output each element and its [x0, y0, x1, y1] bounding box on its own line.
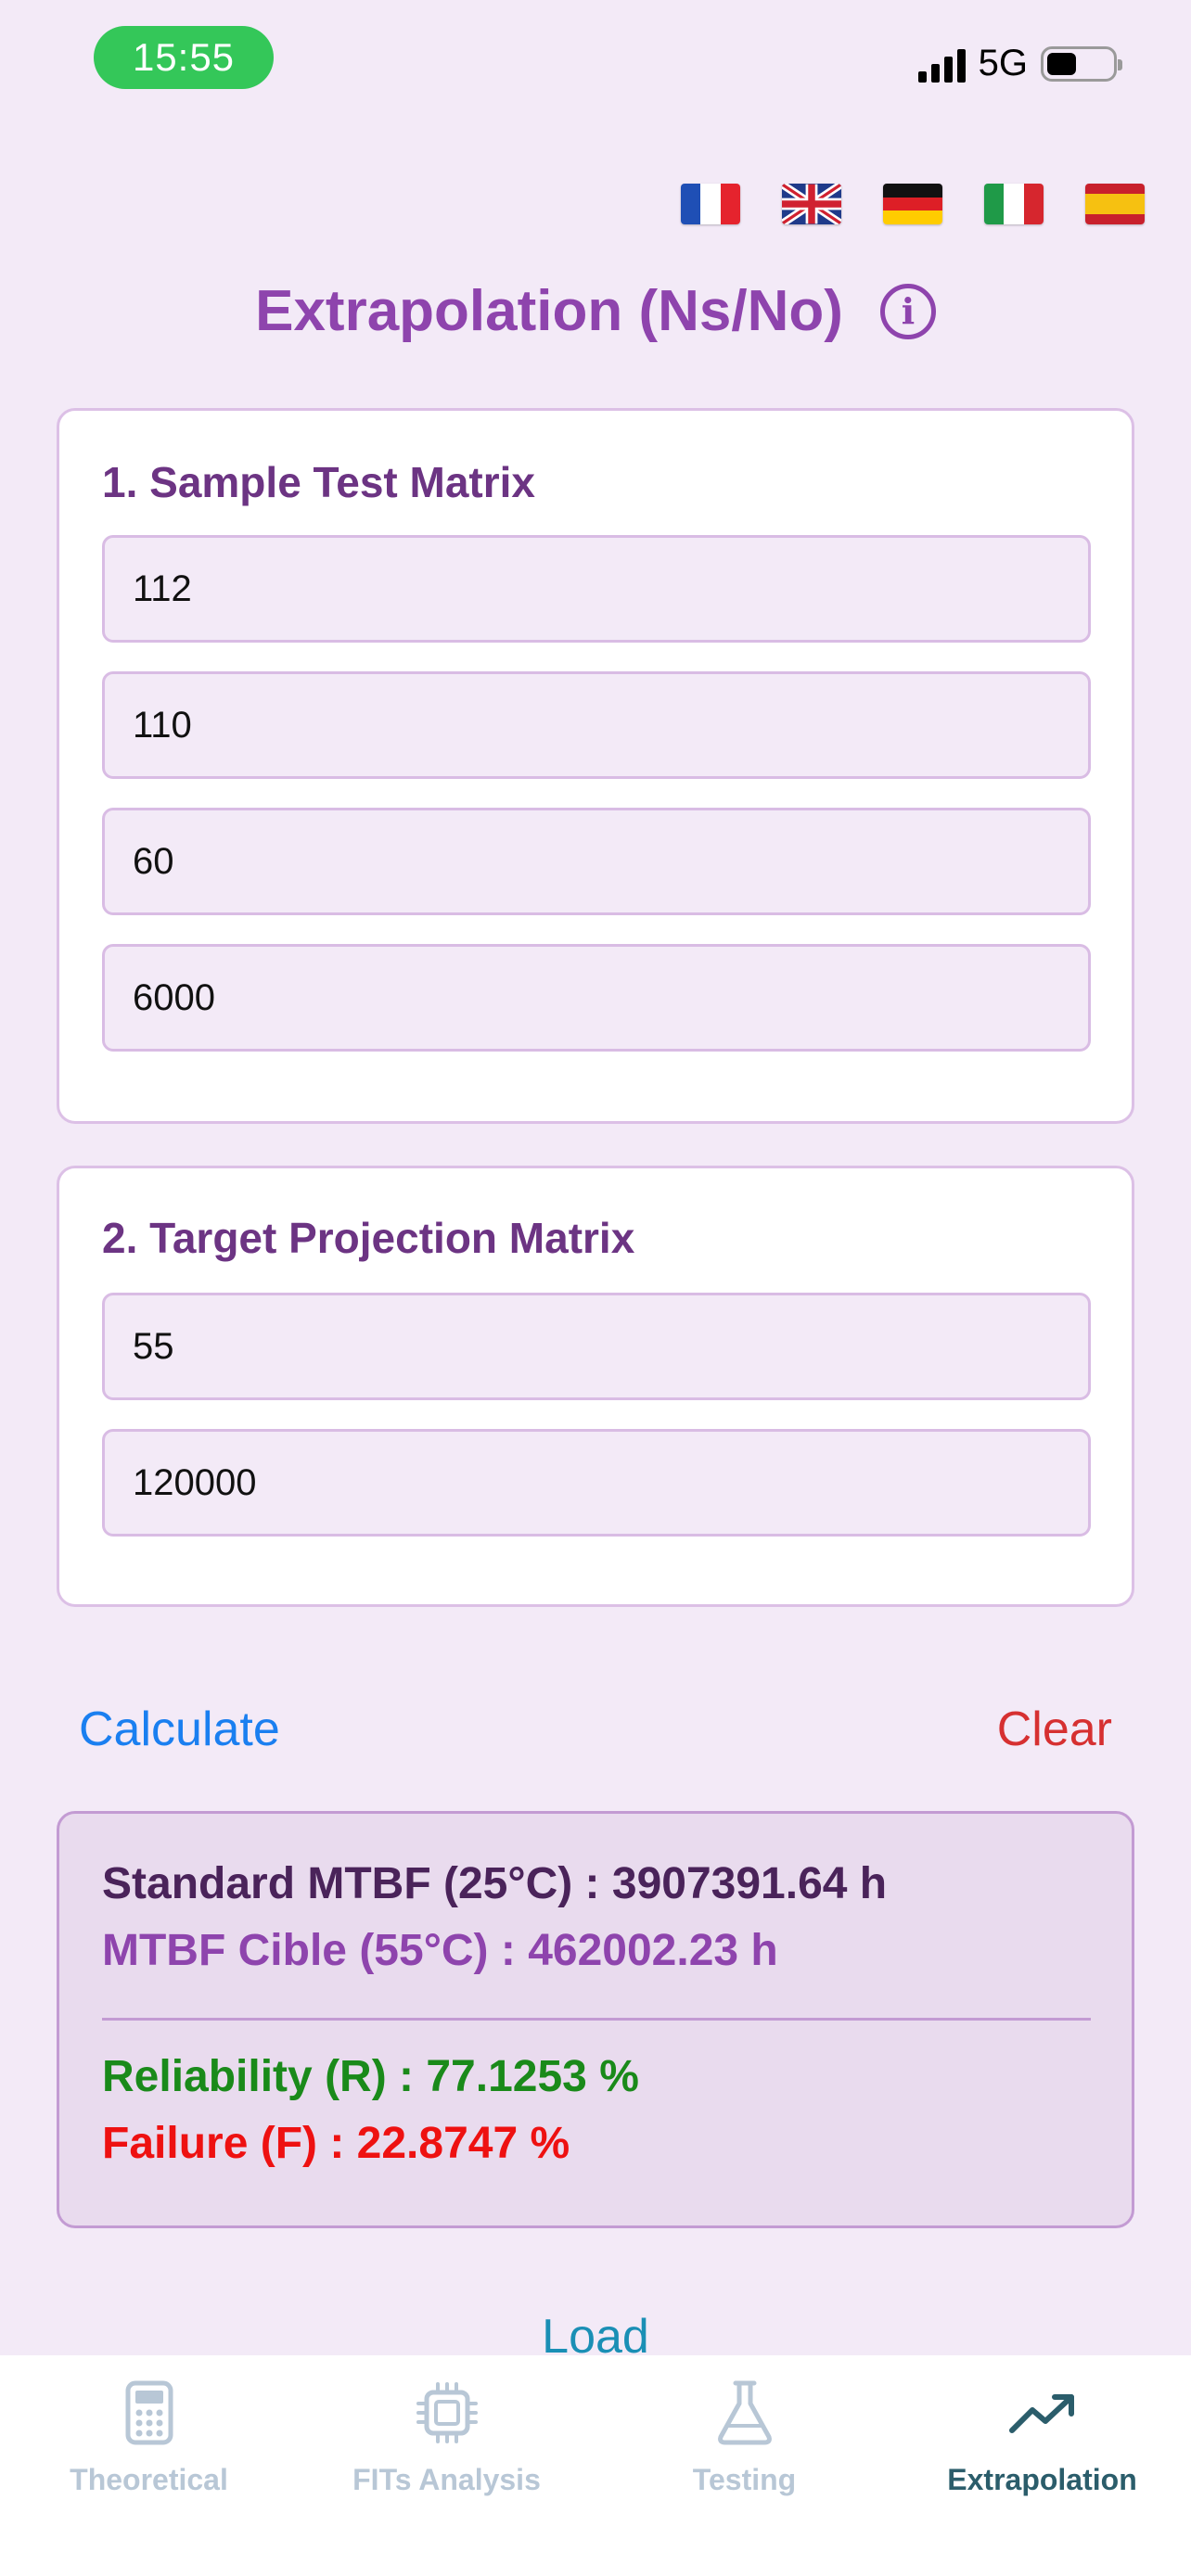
tab-label-fits-analysis: FITs Analysis	[352, 2463, 541, 2496]
status-indicators: 5G	[917, 43, 1122, 84]
tab-label-theoretical: Theoretical	[70, 2463, 228, 2496]
status-time: 15:55	[94, 26, 274, 89]
standard-mtbf-result: Standard MTBF (25°C) : 3907391.64 h	[102, 1859, 888, 1908]
sample-matrix-title: 1. Sample Test Matrix	[102, 458, 535, 506]
failure-result: Failure (F) : 22.8747 %	[102, 2119, 570, 2168]
language-selector	[681, 184, 1145, 224]
results-divider	[102, 2018, 1091, 2021]
target-matrix-title: 2. Target Projection Matrix	[102, 1214, 635, 1262]
info-icon[interactable]: i	[879, 283, 936, 339]
battery-icon	[1041, 45, 1122, 82]
tab-label-extrapolation: Extrapolation	[947, 2463, 1137, 2496]
network-type: 5G	[978, 43, 1028, 83]
flag-uk-icon[interactable]	[782, 184, 841, 224]
flask-icon	[715, 2374, 775, 2452]
signal-icon	[917, 45, 966, 83]
clear-button[interactable]: Clear	[997, 1702, 1112, 1757]
flag-france-icon[interactable]	[681, 184, 740, 224]
tab-theoretical[interactable]: Theoretical	[0, 2355, 298, 2576]
page-title: Extrapolation (Ns/No)	[255, 279, 843, 343]
sample-field-4[interactable]	[102, 944, 1091, 1052]
calculate-button[interactable]: Calculate	[79, 1702, 280, 1757]
sample-test-matrix-card: 1. Sample Test Matrix	[57, 408, 1134, 1124]
sample-field-1[interactable]	[102, 535, 1091, 643]
calculator-icon	[125, 2374, 173, 2452]
sample-field-2[interactable]	[102, 671, 1091, 779]
header: Extrapolation (Ns/No) i	[0, 278, 1191, 344]
reliability-result: Reliability (R) : 77.1253 %	[102, 2052, 639, 2101]
tab-fits-analysis[interactable]: FITs Analysis	[298, 2355, 596, 2576]
trend-up-icon	[1008, 2374, 1077, 2452]
flag-germany-icon[interactable]	[883, 184, 942, 224]
target-field-2[interactable]	[102, 1429, 1091, 1537]
flag-italy-icon[interactable]	[984, 184, 1044, 224]
tab-extrapolation[interactable]: Extrapolation	[893, 2355, 1191, 2576]
chip-icon	[415, 2374, 480, 2452]
target-projection-matrix-card: 2. Target Projection Matrix	[57, 1166, 1134, 1607]
target-field-1[interactable]	[102, 1293, 1091, 1400]
sample-field-3[interactable]	[102, 808, 1091, 915]
target-mtbf-result: MTBF Cible (55°C) : 462002.23 h	[102, 1926, 778, 1975]
tab-label-testing: Testing	[692, 2463, 797, 2496]
flag-spain-icon[interactable]	[1085, 184, 1145, 224]
results-panel: Standard MTBF (25°C) : 3907391.64 h MTBF…	[57, 1811, 1134, 2228]
tab-bar: Theoretical FITs Analysis Testing Extrap…	[0, 2355, 1191, 2576]
tab-testing[interactable]: Testing	[596, 2355, 893, 2576]
